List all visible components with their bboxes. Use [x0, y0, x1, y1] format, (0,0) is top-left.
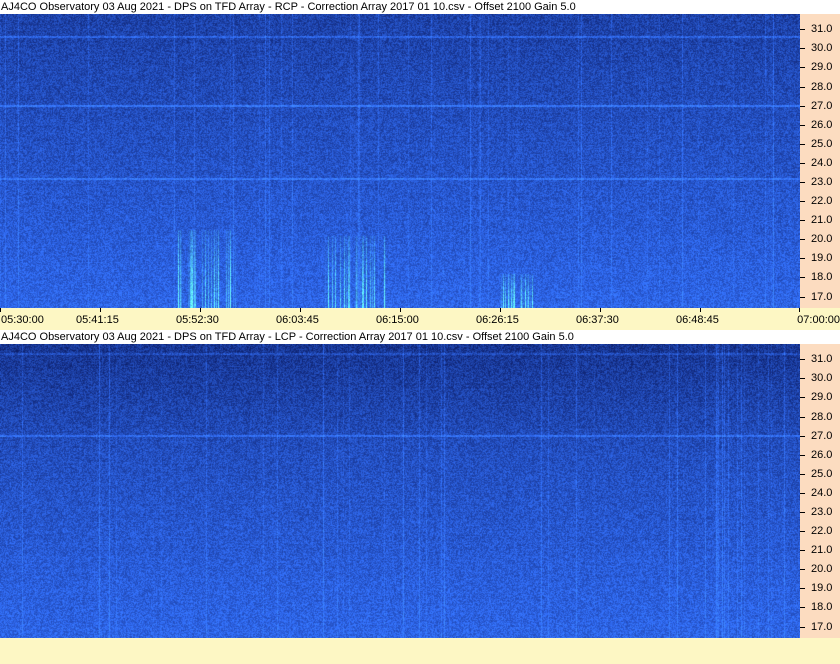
time-tick: [400, 308, 401, 312]
frequency-label: 22.0: [811, 195, 833, 207]
frequency-tick: [800, 125, 805, 126]
frequency-tick: [800, 378, 805, 379]
spectrogram-lcp: [0, 344, 800, 638]
frequency-tick: [800, 220, 805, 221]
time-label: 06:03:45: [276, 314, 319, 326]
frequency-tick: [800, 163, 805, 164]
frequency-tick: [800, 436, 805, 437]
frequency-tick: [800, 417, 805, 418]
frequency-tick: [800, 397, 805, 398]
frequency-tick: [800, 607, 805, 608]
frequency-tick: [800, 239, 805, 240]
frequency-tick: [800, 588, 805, 589]
frequency-tick: [800, 359, 805, 360]
frequency-label: 28.0: [811, 411, 833, 423]
frequency-label: 22.0: [811, 525, 833, 537]
time-tick: [200, 308, 201, 312]
frequency-tick: [800, 550, 805, 551]
frequency-tick: [800, 67, 805, 68]
frequency-axis-rcp: 31.0 30.0 29.0 28.0 27.0 26.0 25.0 24.0 23.0 22.0…: [800, 14, 840, 308]
frequency-label: 29.0: [811, 61, 833, 73]
frequency-label: 19.0: [811, 252, 833, 264]
spectrogram-rcp-canvas: [0, 14, 800, 308]
time-label: 06:15:00: [376, 314, 419, 326]
frequency-label: 26.0: [811, 449, 833, 461]
frequency-tick: [800, 474, 805, 475]
frequency-tick: [800, 29, 805, 30]
frequency-label: 30.0: [811, 42, 833, 54]
frequency-tick: [800, 297, 805, 298]
frequency-tick: [800, 512, 805, 513]
frequency-label: 20.0: [811, 233, 833, 245]
frequency-label: 17.0: [811, 621, 833, 633]
time-label: 07:00:00: [797, 314, 840, 326]
frequency-tick: [800, 106, 805, 107]
frequency-label: 20.0: [811, 563, 833, 575]
frequency-label: 21.0: [811, 544, 833, 556]
time-tick: [500, 308, 501, 312]
frequency-label: 29.0: [811, 391, 833, 403]
frequency-label: 18.0: [811, 271, 833, 283]
frequency-tick: [800, 569, 805, 570]
frequency-label: 28.0: [811, 81, 833, 93]
frequency-tick: [800, 182, 805, 183]
frequency-label: 27.0: [811, 430, 833, 442]
frequency-label: 25.0: [811, 138, 833, 150]
frequency-label: 24.0: [811, 487, 833, 499]
frequency-label: 24.0: [811, 157, 833, 169]
time-label: 05:30:00: [1, 314, 44, 326]
frequency-tick: [800, 87, 805, 88]
time-tick: [300, 308, 301, 312]
time-tick: [100, 308, 101, 312]
frequency-label: 25.0: [811, 468, 833, 480]
spectrogram-lcp-canvas: [0, 344, 800, 638]
frequency-tick: [800, 531, 805, 532]
spectrogram-rcp: [0, 14, 800, 308]
frequency-tick: [800, 48, 805, 49]
frequency-label: 17.0: [811, 291, 833, 303]
frequency-tick: [800, 258, 805, 259]
frequency-label: 31.0: [811, 353, 833, 365]
frequency-axis-lcp: 31.0 30.0 29.0 28.0 27.0 26.0 25.0 24.0 23.0 22.0…: [800, 344, 840, 638]
frequency-tick: [800, 627, 805, 628]
frequency-label: 18.0: [811, 601, 833, 613]
frequency-tick: [800, 493, 805, 494]
time-label: 06:37:30: [576, 314, 619, 326]
frequency-label: 26.0: [811, 119, 833, 131]
time-tick: [700, 308, 701, 312]
time-label: 06:48:45: [676, 314, 719, 326]
panel-title-rcp: AJ4CO Observatory 03 Aug 2021 - DPS on T…: [0, 0, 840, 14]
frequency-label: 30.0: [811, 372, 833, 384]
time-tick: [600, 308, 601, 312]
frequency-tick: [800, 201, 805, 202]
frequency-tick: [800, 144, 805, 145]
time-label: 06:26:15: [476, 314, 519, 326]
time-label: 05:52:30: [176, 314, 219, 326]
frequency-label: 27.0: [811, 100, 833, 112]
frequency-tick: [800, 455, 805, 456]
frequency-label: 21.0: [811, 214, 833, 226]
frequency-label: 23.0: [811, 176, 833, 188]
frequency-tick: [800, 277, 805, 278]
frequency-label: 19.0: [811, 582, 833, 594]
time-label: 05:41:15: [76, 314, 119, 326]
time-tick: [799, 308, 800, 312]
time-axis-empty: [0, 638, 840, 664]
time-axis: 05:30:00 05:41:15 05:52:30 06:03:45 06:15:00…: [0, 308, 840, 330]
panel-title-lcp: AJ4CO Observatory 03 Aug 2021 - DPS on T…: [0, 330, 840, 344]
frequency-label: 31.0: [811, 23, 833, 35]
frequency-label: 23.0: [811, 506, 833, 518]
time-tick: [0, 308, 1, 312]
